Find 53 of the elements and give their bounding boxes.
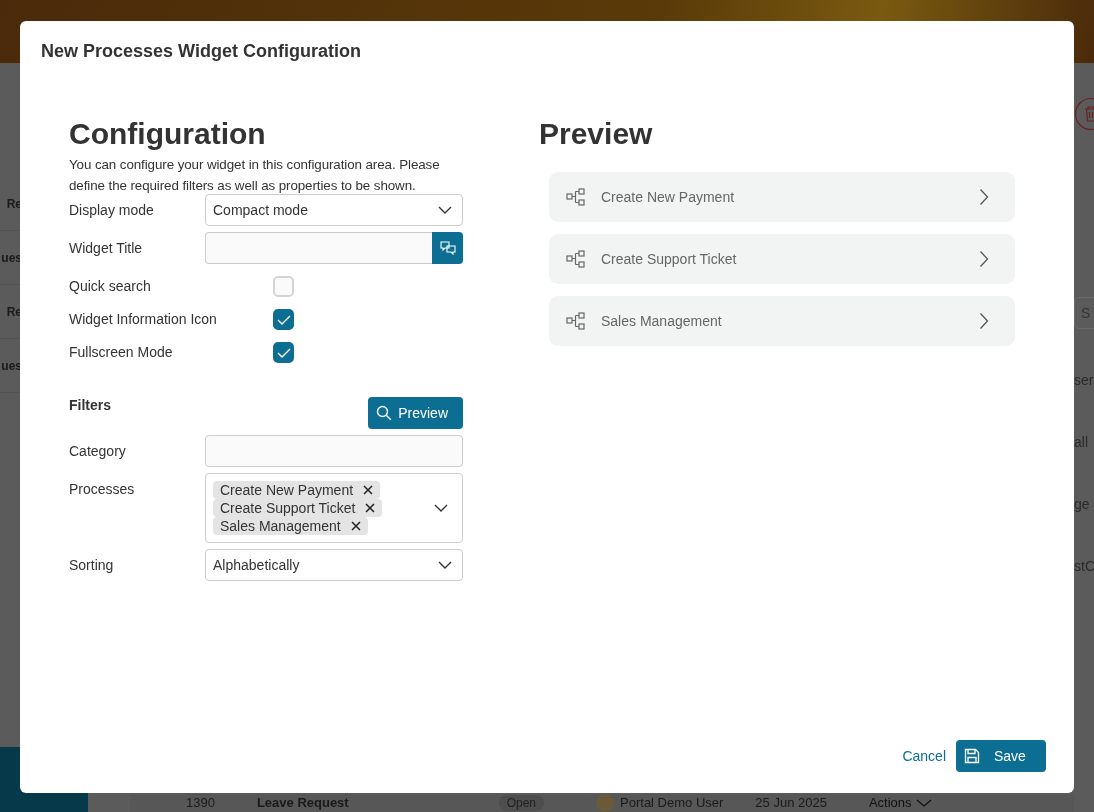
dropdown[interactable]: Alphabetically: [205, 549, 463, 581]
chevron-down-icon: [438, 561, 452, 569]
floppy-disk-icon: [964, 748, 980, 764]
table-cell: 25 Jun 2025: [755, 795, 827, 811]
field-label: Category: [69, 443, 126, 459]
description-text: You can configure your widget in this configuration area. Please define the required filters as well as properties to be shown.: [69, 156, 441, 195]
tag-chip: Sales Management: [213, 517, 368, 535]
checkmark-icon: [276, 314, 291, 325]
text-field[interactable]: [205, 232, 432, 264]
chevron-down-icon: [434, 504, 448, 512]
field-label: Sorting: [69, 557, 114, 573]
process-item[interactable]: Create Support Ticket: [549, 234, 1015, 284]
dialog-title: New Processes Widget Configuration: [41, 41, 362, 62]
avatar: [596, 794, 615, 812]
section-heading: Configuration: [69, 118, 267, 150]
tag-chip: Create Support Ticket: [213, 499, 383, 517]
search-icon: [376, 405, 393, 421]
field-label: Quick search: [69, 278, 152, 294]
chevron-down-icon: [915, 798, 932, 808]
save-button[interactable]: Save: [956, 740, 1046, 772]
close-icon[interactable]: [365, 503, 376, 513]
tag-chip: Create New Payment: [213, 481, 381, 499]
table-cell: Portal Demo User: [620, 795, 724, 811]
checkbox[interactable]: [273, 342, 294, 363]
dropdown[interactable]: Compact mode: [205, 194, 463, 226]
field-label: Display mode: [69, 202, 154, 218]
chevron-right-icon: [979, 250, 989, 268]
translate-button[interactable]: [432, 232, 463, 264]
section-label: Filters: [69, 397, 111, 413]
table-cell: Leave Request: [256, 795, 349, 811]
text-field[interactable]: [205, 435, 463, 467]
field-label: Widget Information Icon: [69, 311, 218, 327]
preview-button[interactable]: Preview: [368, 397, 463, 429]
process-flow-icon: [566, 250, 586, 268]
multi-select[interactable]: Create New Payment Create Support Ticket Sales Management: [205, 473, 463, 543]
speech-bubbles-icon: [439, 241, 456, 255]
section-heading: Preview: [539, 118, 654, 150]
checkmark-icon: [276, 347, 291, 358]
field-label: Processes: [69, 481, 135, 497]
chevron-right-icon: [979, 188, 989, 206]
process-flow-icon: [566, 312, 586, 330]
close-icon[interactable]: [350, 521, 361, 531]
process-item[interactable]: Create New Payment: [549, 172, 1015, 222]
field-label: Widget Title: [69, 240, 143, 256]
cancel-link[interactable]: Cancel: [902, 748, 946, 764]
close-icon[interactable]: [363, 485, 374, 495]
chevron-right-icon: [979, 312, 989, 330]
field-label: Fullscreen Mode: [69, 344, 174, 360]
process-item[interactable]: Sales Management: [549, 296, 1015, 346]
table-cell: 1390: [186, 795, 215, 811]
checkbox[interactable]: [273, 309, 294, 330]
process-flow-icon: [566, 188, 586, 206]
chevron-down-icon: [438, 206, 452, 214]
